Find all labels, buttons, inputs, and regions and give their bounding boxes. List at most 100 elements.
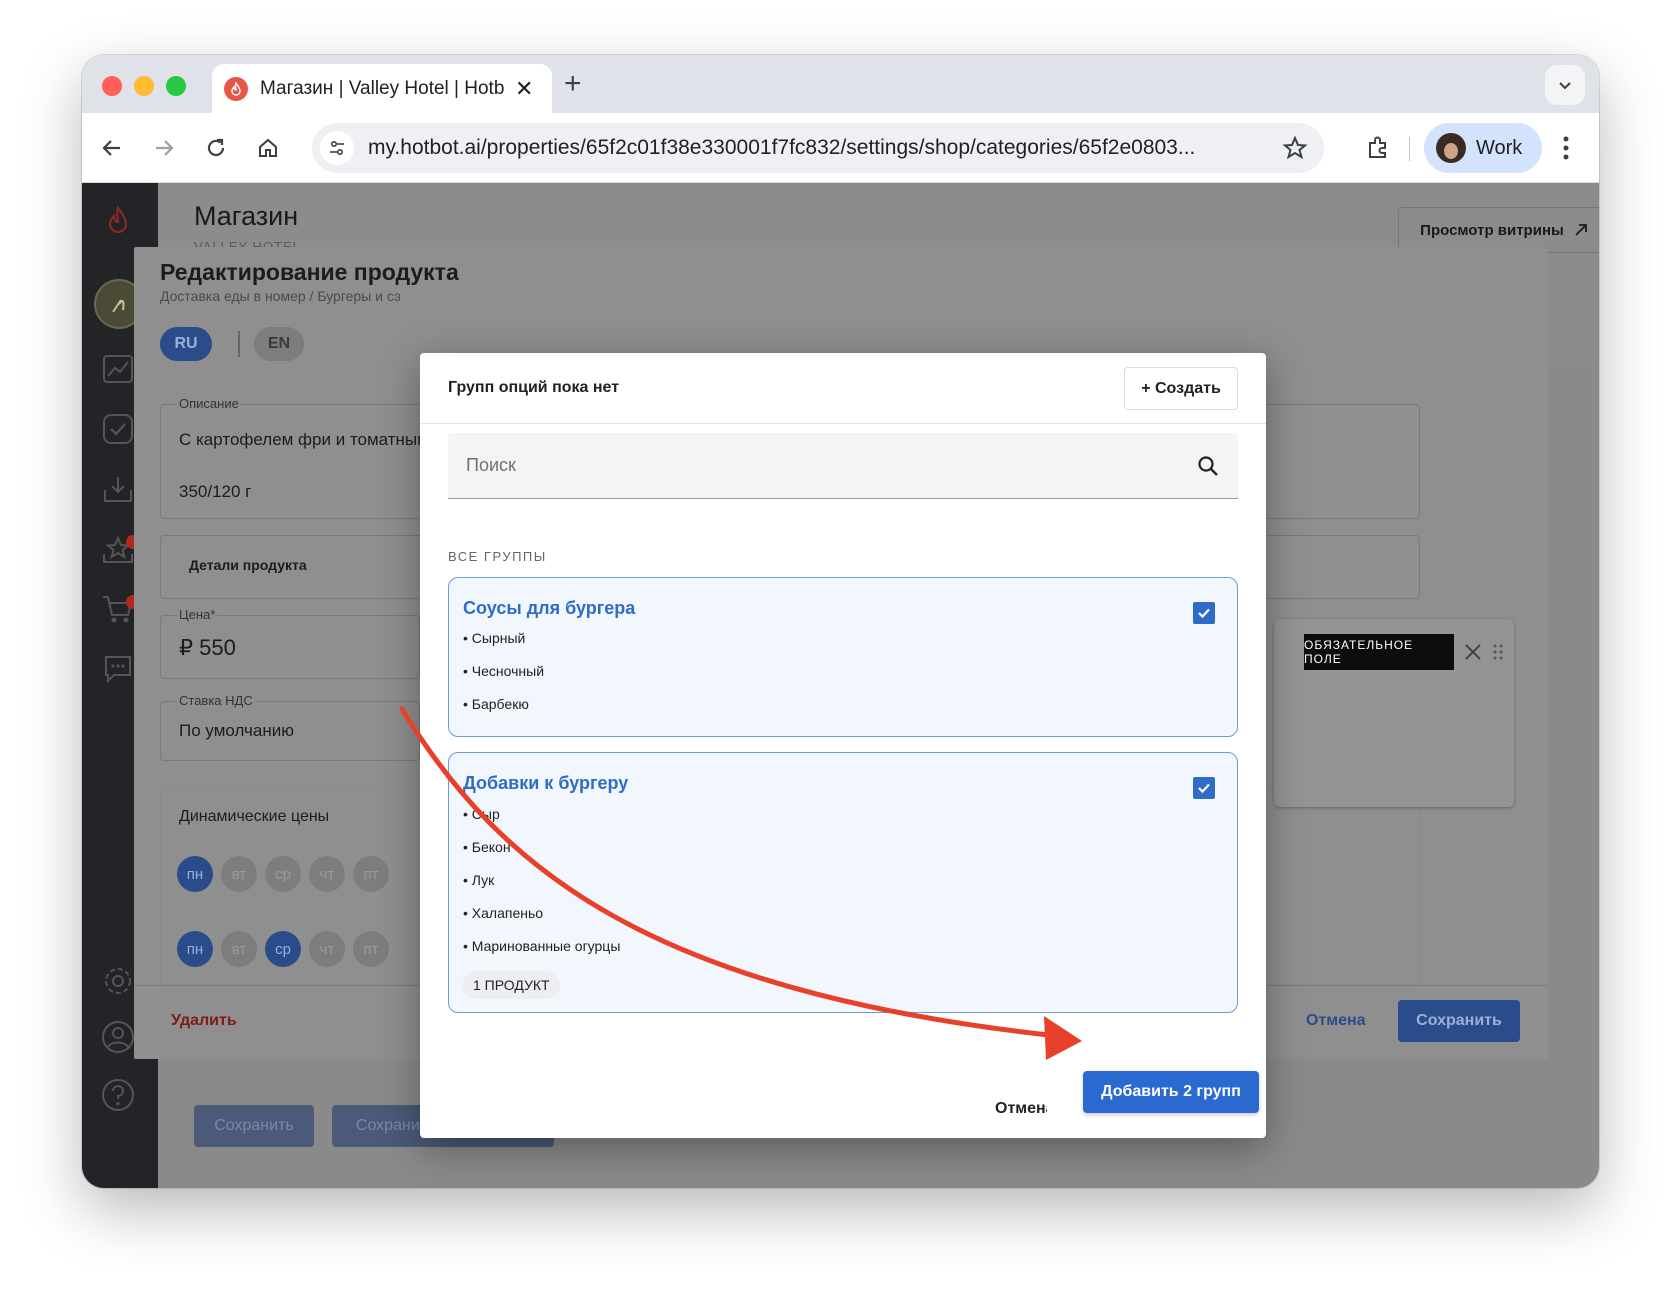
day-tue-row2[interactable]: вт bbox=[221, 931, 257, 967]
new-tab-button[interactable]: + bbox=[564, 67, 582, 101]
close-window-button[interactable] bbox=[102, 76, 122, 96]
search-icon[interactable] bbox=[1196, 454, 1220, 483]
group-title: Добавки к бургеру bbox=[463, 773, 629, 793]
arrow-left-icon bbox=[102, 140, 120, 156]
product-details-label: Детали продукта bbox=[189, 557, 307, 573]
browser-window: Магазин | Valley Hotel | Hotbot ✕ + my.h… bbox=[82, 55, 1599, 1188]
address-bar[interactable]: my.hotbot.ai/properties/65f2c01f38e33000… bbox=[312, 123, 1324, 173]
extensions-puzzle-icon[interactable] bbox=[1365, 135, 1391, 166]
hotbot-logo-icon[interactable] bbox=[100, 203, 136, 239]
storefront-preview-label: Просмотр витрины bbox=[1420, 221, 1564, 239]
vat-value: По умолчанию bbox=[179, 721, 294, 740]
group-item: • Бекон bbox=[463, 839, 511, 855]
site-info-icon[interactable] bbox=[320, 131, 354, 165]
vat-field[interactable]: Ставка НДС По умолчанию bbox=[160, 693, 420, 761]
required-field-tag: ОБЯЗАТЕЛЬНОЕ ПОЛЕ bbox=[1304, 634, 1454, 670]
day-tue-row1[interactable]: вт bbox=[221, 856, 257, 892]
chat-bubble-icon[interactable] bbox=[100, 651, 136, 687]
panel-cancel-button[interactable]: Отмена bbox=[1306, 1012, 1366, 1030]
minimize-window-button[interactable] bbox=[134, 76, 154, 96]
analytics-icon[interactable] bbox=[100, 351, 136, 387]
browser-toolbar: my.hotbot.ai/properties/65f2c01f38e33000… bbox=[82, 113, 1599, 183]
group-checkbox-toppings[interactable] bbox=[1193, 777, 1215, 799]
group-item: • Барбекю bbox=[463, 696, 529, 712]
remove-option-icon[interactable] bbox=[1464, 643, 1482, 666]
tab-title: Магазин | Valley Hotel | Hotbot bbox=[260, 77, 505, 99]
group-item: • Маринованные огурцы bbox=[463, 938, 621, 954]
lang-tab-en[interactable]: EN bbox=[254, 327, 304, 361]
option-group-toppings[interactable]: Добавки к бургеру • Сыр • Бекон • Лук • … bbox=[448, 752, 1238, 1013]
forward-button[interactable] bbox=[148, 132, 180, 164]
dialog-title: Групп опций пока нет bbox=[448, 379, 620, 396]
price-value: ₽ 550 bbox=[179, 635, 236, 660]
add-groups-button[interactable]: Добавить 2 групп bbox=[1083, 1071, 1259, 1113]
price-field[interactable]: Цена* ₽ 550 bbox=[160, 607, 420, 679]
day-wed-row2[interactable]: ср bbox=[265, 931, 301, 967]
drag-handle-icon[interactable] bbox=[1492, 643, 1504, 666]
home-button[interactable] bbox=[252, 132, 284, 164]
toolbar-separator bbox=[1409, 137, 1410, 161]
search-input[interactable] bbox=[448, 433, 1238, 498]
tab-close-icon[interactable]: ✕ bbox=[515, 76, 533, 102]
checkmark-icon bbox=[1198, 608, 1210, 619]
browser-tab[interactable]: Магазин | Valley Hotel | Hotbot ✕ bbox=[212, 64, 552, 113]
hotbot-favicon-icon bbox=[224, 76, 248, 101]
panel-delete-button[interactable]: Удалить bbox=[171, 1012, 237, 1030]
all-groups-label: ВСЕ ГРУППЫ bbox=[448, 549, 547, 564]
price-label: Цена* bbox=[177, 607, 218, 622]
day-mon-row2[interactable]: пн bbox=[177, 931, 213, 967]
profile-label: Work bbox=[1476, 136, 1523, 159]
day-mon-row1[interactable]: пн bbox=[177, 856, 213, 892]
description-label: Описание bbox=[177, 396, 241, 411]
tab-strip: Магазин | Valley Hotel | Hotbot ✕ + bbox=[82, 55, 1599, 113]
search-box bbox=[448, 433, 1238, 499]
lang-tab-ru[interactable]: RU bbox=[160, 327, 212, 361]
inbox-download-icon[interactable] bbox=[100, 471, 136, 507]
page-title: Магазин bbox=[194, 201, 299, 231]
maximize-window-button[interactable] bbox=[166, 76, 186, 96]
account-user-icon[interactable] bbox=[100, 1019, 136, 1055]
vat-label: Ставка НДС bbox=[177, 693, 255, 708]
home-icon bbox=[259, 138, 277, 157]
option-groups-dialog: Групп опций пока нет + Создать ВСЕ ГРУПП… bbox=[420, 353, 1266, 1138]
group-checkbox-sauces[interactable] bbox=[1193, 602, 1215, 624]
option-group-sauces[interactable]: Соусы для бургера • Сырный • Чесночный •… bbox=[448, 577, 1238, 737]
day-thu-row2[interactable]: чт bbox=[309, 931, 345, 967]
product-count-chip: 1 ПРОДУКТ bbox=[463, 971, 560, 999]
panel-title: Редактирование продукта bbox=[160, 259, 459, 285]
day-thu-row1[interactable]: чт bbox=[309, 856, 345, 892]
back-button[interactable] bbox=[96, 132, 128, 164]
reload-button[interactable] bbox=[200, 132, 232, 164]
settings-gear-icon[interactable] bbox=[100, 963, 136, 999]
group-item: • Чесночный bbox=[463, 663, 545, 679]
browser-menu-icon[interactable] bbox=[1562, 135, 1570, 166]
group-item: • Сыр bbox=[463, 806, 500, 822]
profile-button[interactable]: Work bbox=[1424, 123, 1542, 173]
dialog-header: Групп опций пока нет + Создать bbox=[420, 353, 1266, 424]
reload-icon bbox=[207, 138, 225, 157]
help-question-icon[interactable] bbox=[100, 1077, 136, 1113]
chevron-down-icon bbox=[1559, 82, 1571, 90]
dialog-cancel-button[interactable]: Отмена bbox=[995, 1100, 1047, 1118]
group-item: • Халапеньо bbox=[463, 905, 544, 921]
page-save-button[interactable]: Сохранить bbox=[194, 1105, 314, 1147]
external-link-icon bbox=[1575, 224, 1587, 236]
day-fri-row1[interactable]: пт bbox=[353, 856, 389, 892]
tab-search-button[interactable] bbox=[1545, 65, 1585, 105]
panel-save-button[interactable]: Сохранить bbox=[1398, 1000, 1520, 1042]
arrow-right-icon bbox=[156, 140, 174, 156]
create-group-button[interactable]: + Создать bbox=[1124, 367, 1238, 410]
checkmark-icon bbox=[1198, 783, 1210, 794]
dynamic-prices-label: Динамические цены bbox=[179, 808, 330, 825]
group-item: • Лук bbox=[463, 872, 495, 888]
avatar bbox=[1436, 133, 1466, 163]
tasks-check-icon[interactable] bbox=[100, 411, 136, 447]
day-fri-row2[interactable]: пт bbox=[353, 931, 389, 967]
bookmark-star-icon[interactable] bbox=[1282, 135, 1308, 166]
group-title: Соусы для бургера bbox=[463, 598, 636, 618]
page-content: Магазин VALLEY HOTEL Просмотр витрины Со… bbox=[82, 183, 1599, 1188]
description-line2: 350/120 г bbox=[179, 482, 252, 501]
group-item: • Сырный bbox=[463, 630, 526, 646]
day-wed-row1[interactable]: ср bbox=[265, 856, 301, 892]
url-text: my.hotbot.ai/properties/65f2c01f38e33000… bbox=[368, 136, 1196, 159]
